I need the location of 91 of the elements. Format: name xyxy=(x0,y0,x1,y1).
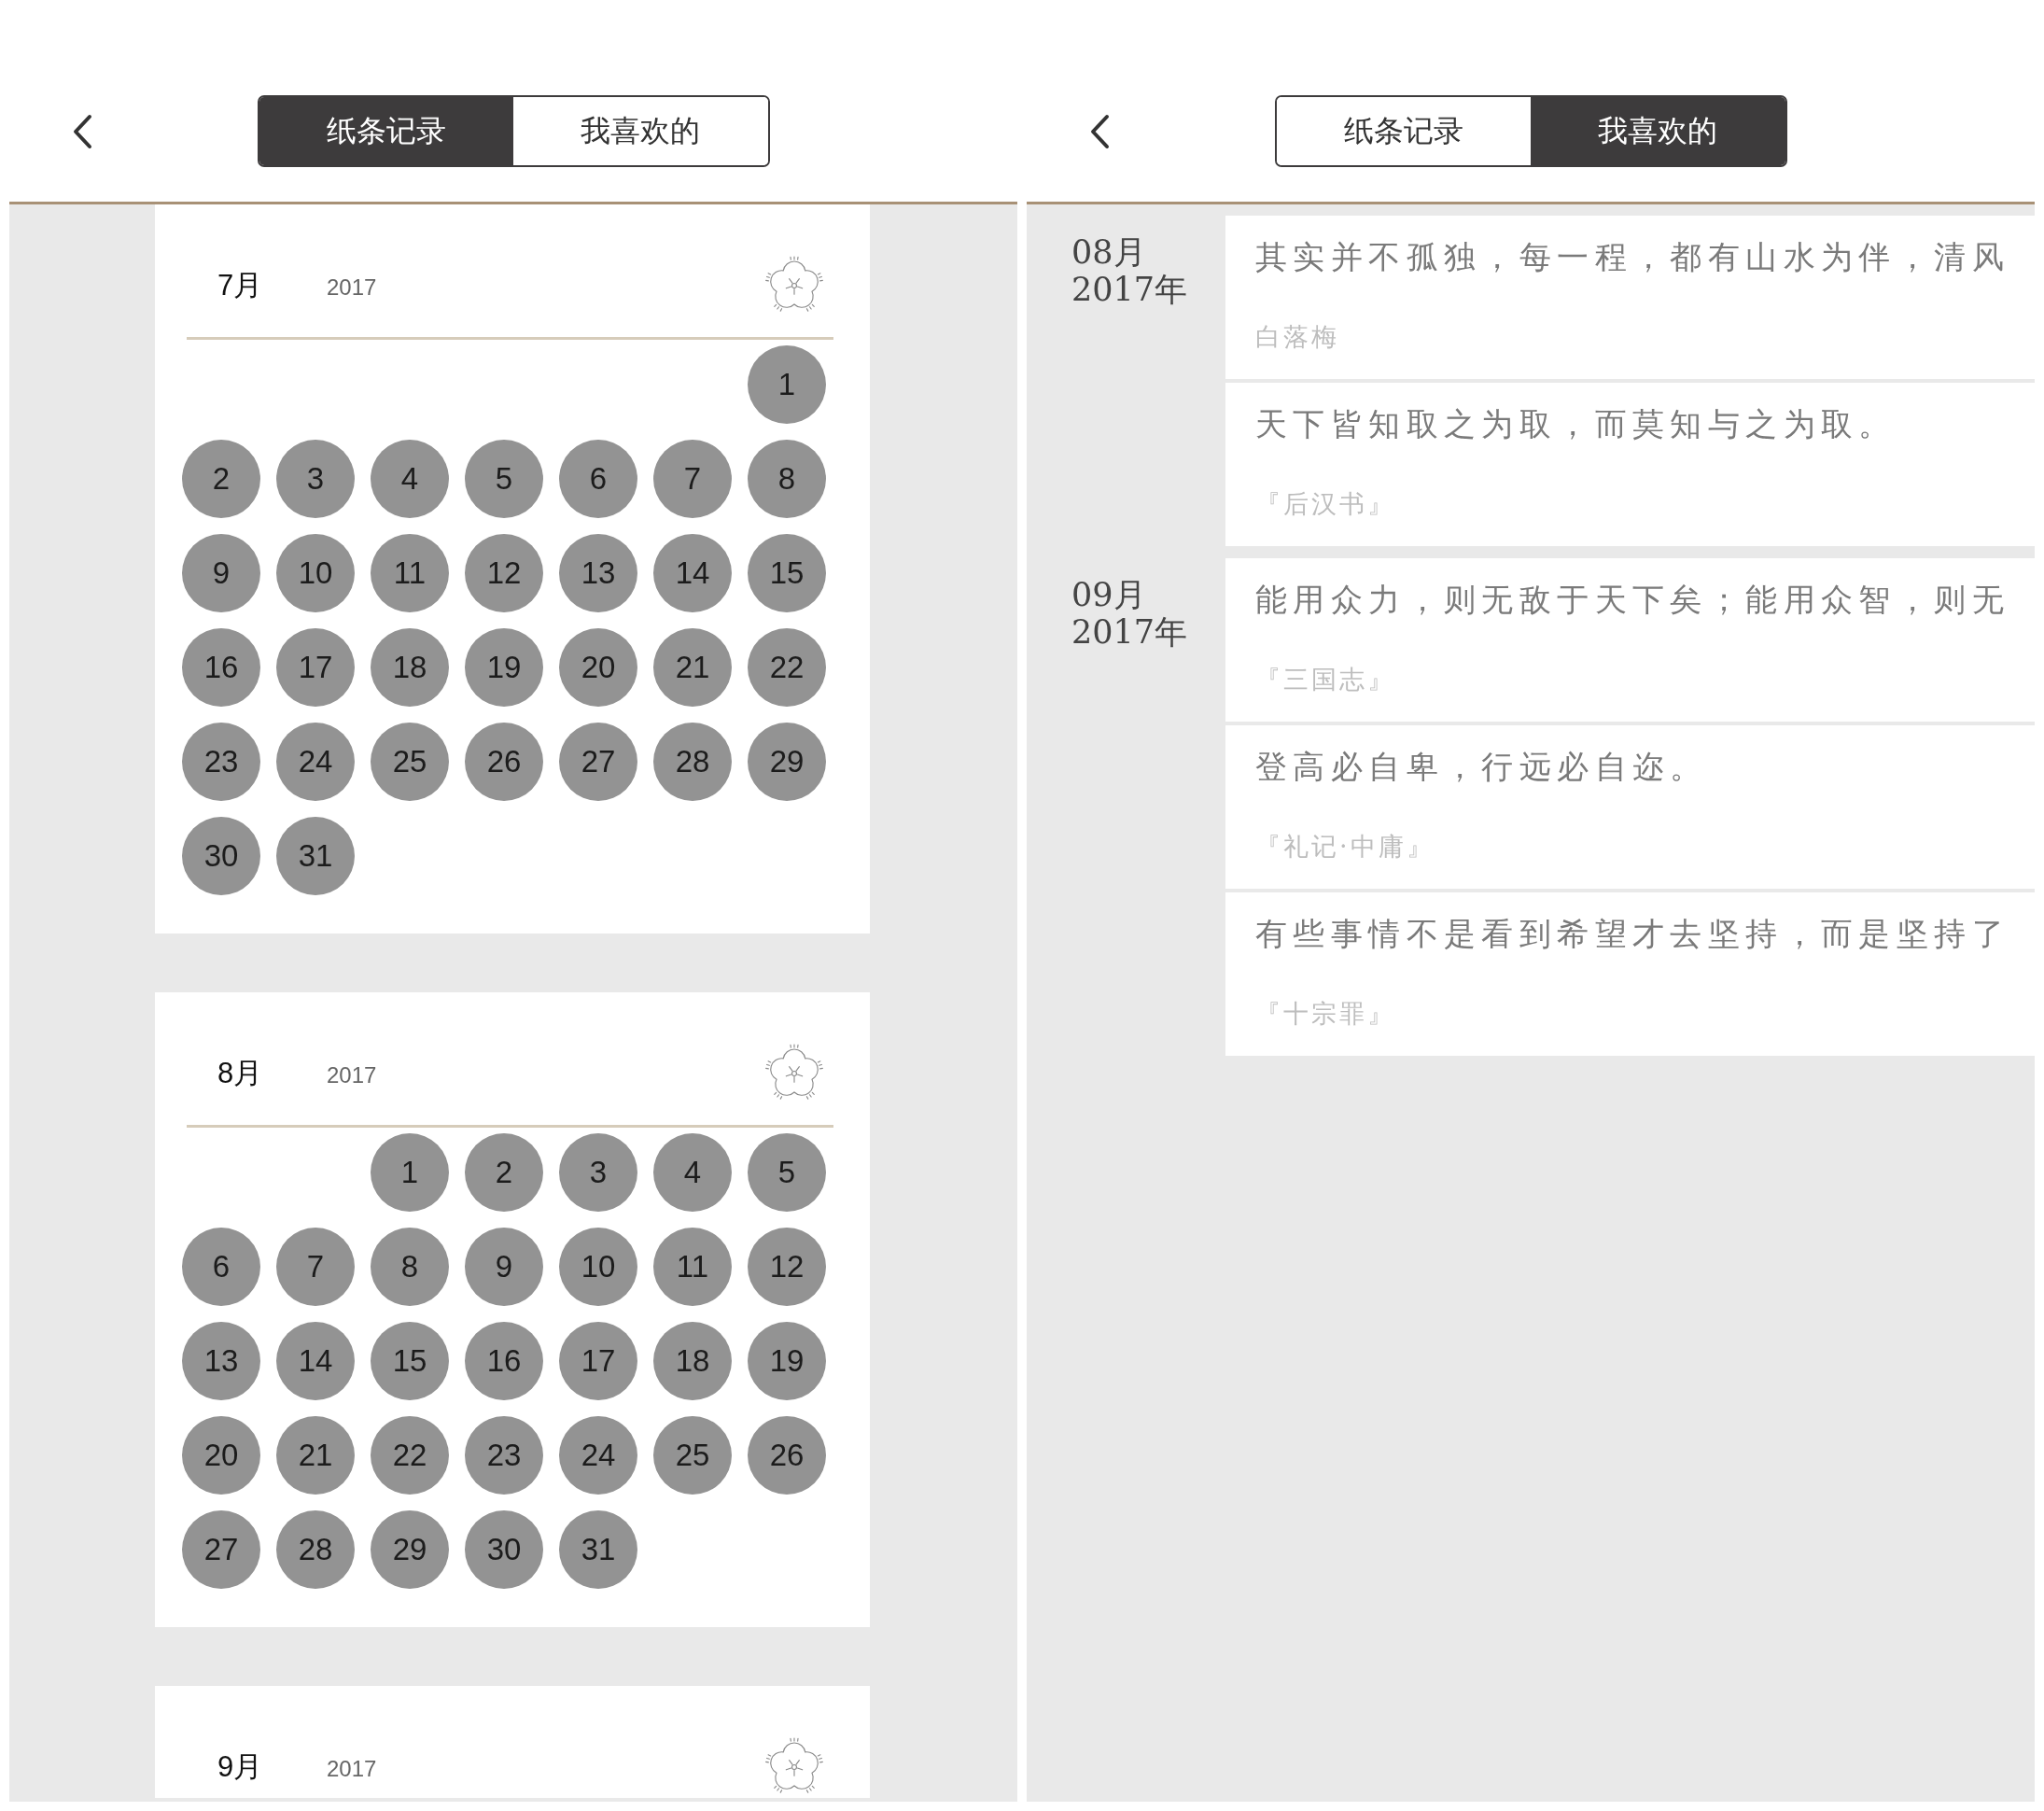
quote-card[interactable]: 其实并不孤独，每一程，都有山水为伴，清风 白落梅 xyxy=(1225,216,2035,379)
calendar-day[interactable]: 12 xyxy=(465,534,543,612)
calendar-day[interactable]: 11 xyxy=(371,534,449,612)
calendar-day[interactable]: 18 xyxy=(653,1322,732,1400)
calendar-day[interactable]: 14 xyxy=(653,534,732,612)
calendar-day[interactable]: 30 xyxy=(465,1510,543,1589)
calendar-day[interactable]: 2 xyxy=(465,1133,543,1212)
calendar-day[interactable]: 15 xyxy=(371,1322,449,1400)
calendar-day[interactable]: 19 xyxy=(748,1322,826,1400)
calendar-day[interactable]: 25 xyxy=(653,1416,732,1495)
quote-card[interactable]: 登高必自卑，行远必自迩。 『礼记·中庸』 xyxy=(1225,725,2035,889)
calendar-day[interactable]: 27 xyxy=(182,1510,260,1589)
quote-text: 其实并不孤独，每一程，都有山水为伴，清风 xyxy=(1255,240,2009,274)
month-label: 09月 xyxy=(1071,576,1146,613)
month-label: 9月 xyxy=(217,1749,264,1785)
calendar-day[interactable]: 22 xyxy=(748,628,826,707)
calendar-day[interactable]: 5 xyxy=(748,1133,826,1212)
calendar-day[interactable]: 14 xyxy=(276,1322,355,1400)
calendar-day[interactable]: 29 xyxy=(371,1510,449,1589)
calendar-day[interactable]: 20 xyxy=(559,628,637,707)
source-text: 白落梅 xyxy=(1255,322,1339,352)
calendar-day[interactable]: 24 xyxy=(276,723,355,801)
calendar-day[interactable]: 9 xyxy=(465,1228,543,1306)
source-text: 『后汉书』 xyxy=(1255,489,1395,519)
source-text: 『十宗罪』 xyxy=(1255,999,1395,1029)
calendar-day[interactable]: 21 xyxy=(653,628,732,707)
calendar-day[interactable]: 31 xyxy=(276,817,355,895)
calendar-day[interactable]: 17 xyxy=(276,628,355,707)
calendar-day[interactable]: 2 xyxy=(182,440,260,518)
calendar-day[interactable]: 26 xyxy=(465,723,543,801)
calendar-day[interactable]: 13 xyxy=(182,1322,260,1400)
calendar-day[interactable]: 12 xyxy=(748,1228,826,1306)
calendar-day[interactable]: 7 xyxy=(653,440,732,518)
calendar-day[interactable]: 20 xyxy=(182,1416,260,1495)
calendar-day[interactable]: 24 xyxy=(559,1416,637,1495)
calendar-day[interactable]: 5 xyxy=(465,440,543,518)
quote-card[interactable]: 天下皆知取之为取，而莫知与之为取。 『后汉书』 xyxy=(1225,383,2035,546)
calendar-day[interactable]: 23 xyxy=(465,1416,543,1495)
quote-text: 能用众力，则无敌于天下矣；能用众智，则无 xyxy=(1255,583,2009,616)
tab[interactable]: 我喜欢的 xyxy=(1531,97,1785,165)
tab[interactable]: 纸条记录 xyxy=(259,97,513,165)
calendar-day[interactable]: 17 xyxy=(559,1322,637,1400)
calendar-day[interactable]: 28 xyxy=(276,1510,355,1589)
year-label: 2017 xyxy=(327,1755,377,1783)
year-label: 2017 xyxy=(327,274,377,302)
quote-card[interactable]: 有些事情不是看到希望才去坚持，而是坚持了 『十宗罪』 xyxy=(1225,892,2035,1056)
calendar-day[interactable]: 1 xyxy=(748,345,826,424)
calendar-day[interactable]: 22 xyxy=(371,1416,449,1495)
year-label: 2017年 xyxy=(1071,613,1188,651)
quote-text: 登高必自卑，行远必自迩。 xyxy=(1255,750,1708,783)
calendar-day[interactable]: 18 xyxy=(371,628,449,707)
calendar-day[interactable]: 4 xyxy=(371,440,449,518)
calendar-day[interactable]: 3 xyxy=(559,1133,637,1212)
calendar-day[interactable]: 9 xyxy=(182,534,260,612)
source-text: 『礼记·中庸』 xyxy=(1255,832,1435,862)
calendar-day[interactable]: 26 xyxy=(748,1416,826,1495)
calendar-day[interactable]: 23 xyxy=(182,723,260,801)
calendar-day[interactable]: 10 xyxy=(559,1228,637,1306)
month-label: 7月 xyxy=(217,268,264,303)
calendar-day[interactable]: 19 xyxy=(465,628,543,707)
quote-card[interactable]: 能用众力，则无敌于天下矣；能用众智，则无 『三国志』 xyxy=(1225,558,2035,722)
calendar-day[interactable]: 13 xyxy=(559,534,637,612)
calendar-day[interactable]: 30 xyxy=(182,817,260,895)
calendar-day[interactable]: 31 xyxy=(559,1510,637,1589)
calendar-day[interactable]: 6 xyxy=(182,1228,260,1306)
calendar-day[interactable]: 4 xyxy=(653,1133,732,1212)
calendar-day[interactable]: 1 xyxy=(371,1133,449,1212)
calendar-day[interactable]: 7 xyxy=(276,1228,355,1306)
calendar-day[interactable]: 28 xyxy=(653,723,732,801)
source-text: 『三国志』 xyxy=(1255,665,1395,695)
month-label: 08月 xyxy=(1071,233,1146,271)
calendar-day[interactable]: 8 xyxy=(748,440,826,518)
calendar-day[interactable]: 27 xyxy=(559,723,637,801)
calendar-day[interactable]: 6 xyxy=(559,440,637,518)
calendar-day[interactable]: 8 xyxy=(371,1228,449,1306)
year-label: 2017年 xyxy=(1071,271,1188,308)
calendar-day[interactable]: 29 xyxy=(748,723,826,801)
calendar-day[interactable]: 15 xyxy=(748,534,826,612)
calendar-day[interactable]: 21 xyxy=(276,1416,355,1495)
calendar-day[interactable]: 11 xyxy=(653,1228,732,1306)
back-icon[interactable] xyxy=(1089,113,1110,149)
quote-text: 天下皆知取之为取，而莫知与之为取。 xyxy=(1255,407,1897,441)
month-label: 8月 xyxy=(217,1056,264,1091)
year-label: 2017 xyxy=(327,1061,377,1089)
calendar-day[interactable]: 16 xyxy=(182,628,260,707)
back-icon[interactable] xyxy=(72,113,92,149)
calendar-day[interactable]: 10 xyxy=(276,534,355,612)
quote-text: 有些事情不是看到希望才去坚持，而是坚持了 xyxy=(1255,917,2009,950)
calendar-day[interactable]: 25 xyxy=(371,723,449,801)
calendar-day[interactable]: 3 xyxy=(276,440,355,518)
calendar-day[interactable]: 16 xyxy=(465,1322,543,1400)
